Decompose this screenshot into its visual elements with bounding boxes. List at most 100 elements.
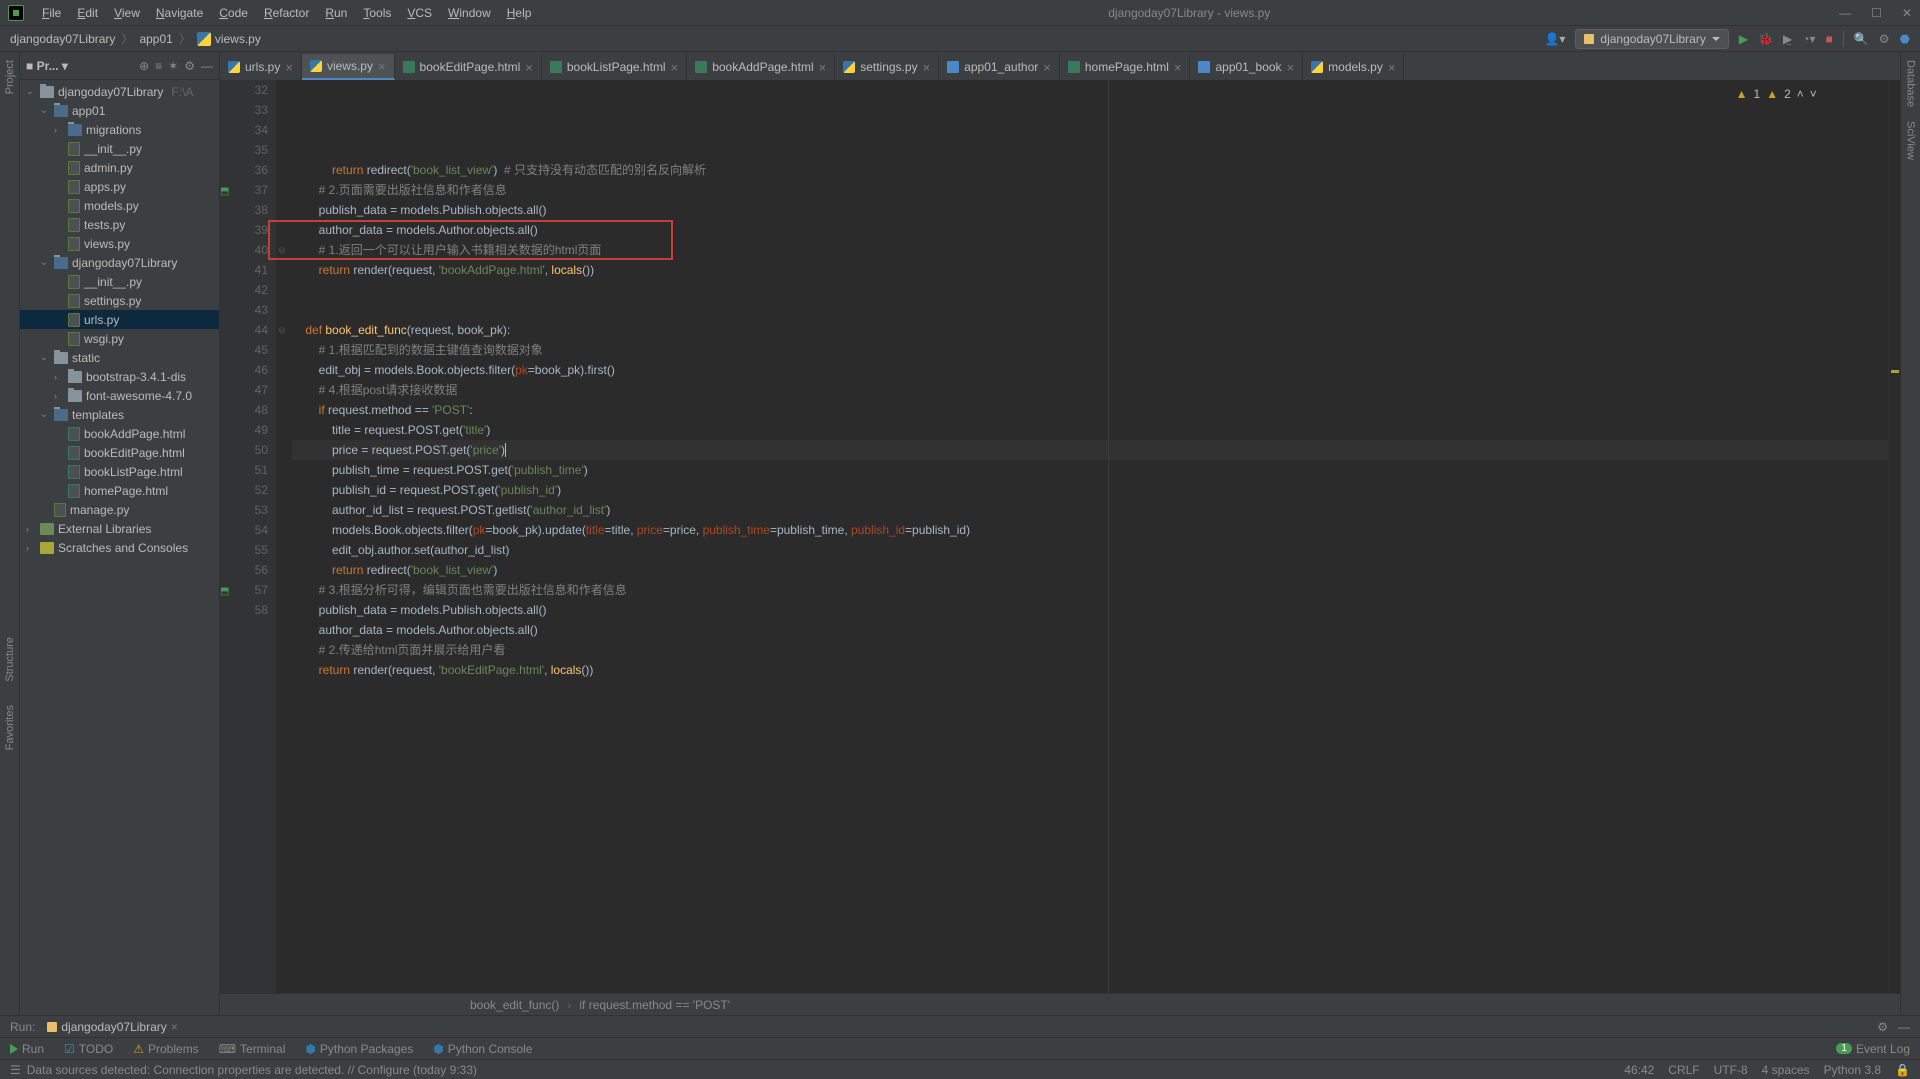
tool-tab-run[interactable]: Run xyxy=(10,1042,44,1056)
tree-item[interactable]: ⌄static xyxy=(20,348,219,367)
tab-close-icon[interactable]: × xyxy=(1043,60,1051,75)
gear-icon[interactable]: ⚙ xyxy=(184,59,195,73)
editor-tab[interactable]: homePage.html× xyxy=(1060,54,1191,80)
settings-icon[interactable]: ⚙ xyxy=(1879,32,1890,46)
tree-item[interactable]: homePage.html xyxy=(20,481,219,500)
avatar-icon[interactable]: ⬣ xyxy=(1900,32,1910,46)
tree-item[interactable]: ›migrations xyxy=(20,120,219,139)
tree-item[interactable]: ›External Libraries xyxy=(20,519,219,538)
editor-tab[interactable]: settings.py× xyxy=(835,54,939,80)
profile-icon[interactable]: ◔▾ xyxy=(1802,32,1815,46)
chevron-down-icon[interactable]: ˅ xyxy=(1810,84,1817,104)
menu-edit[interactable]: Edit xyxy=(69,3,106,23)
interpreter-info[interactable]: Python 3.8 xyxy=(1824,1063,1881,1077)
warning-icon[interactable]: ▲ xyxy=(1736,84,1748,104)
tree-item[interactable]: apps.py xyxy=(20,177,219,196)
tree-item[interactable]: admin.py xyxy=(20,158,219,177)
status-icon[interactable]: ☰ xyxy=(10,1063,21,1077)
tree-item[interactable]: bookAddPage.html xyxy=(20,424,219,443)
menu-help[interactable]: Help xyxy=(499,3,540,23)
tab-close-icon[interactable]: × xyxy=(1287,60,1295,75)
menu-window[interactable]: Window xyxy=(440,3,499,23)
locate-icon[interactable]: ⊕ xyxy=(139,59,149,73)
tree-item[interactable]: tests.py xyxy=(20,215,219,234)
tree-item[interactable]: ⌄templates xyxy=(20,405,219,424)
maximize-icon[interactable]: ☐ xyxy=(1871,6,1882,20)
database-tool-button[interactable]: Database xyxy=(1905,56,1917,111)
editor-tab[interactable]: views.py× xyxy=(302,54,395,80)
chevron-up-icon[interactable]: ˄ xyxy=(1797,84,1804,104)
tab-close-icon[interactable]: × xyxy=(1388,60,1396,75)
sciview-tool-button[interactable]: SciView xyxy=(1905,117,1917,164)
menu-file[interactable]: File xyxy=(34,3,69,23)
tree-item[interactable]: ›Scratches and Consoles xyxy=(20,538,219,557)
menu-refactor[interactable]: Refactor xyxy=(256,3,317,23)
menu-run[interactable]: Run xyxy=(317,3,355,23)
tab-close-icon[interactable]: × xyxy=(525,60,533,75)
file-encoding[interactable]: UTF-8 xyxy=(1714,1063,1748,1077)
tree-item[interactable]: bookListPage.html xyxy=(20,462,219,481)
tab-close-icon[interactable]: × xyxy=(285,60,293,75)
status-message[interactable]: Data sources detected: Connection proper… xyxy=(27,1063,477,1077)
editor-tab[interactable]: bookListPage.html× xyxy=(542,54,687,80)
close-icon[interactable]: ✕ xyxy=(1902,6,1912,20)
tool-tab-terminal[interactable]: ⌨Terminal xyxy=(219,1042,286,1056)
tool-tab-python-packages[interactable]: ⬢Python Packages xyxy=(305,1042,413,1056)
tree-item[interactable]: settings.py xyxy=(20,291,219,310)
breadcrumb-item[interactable]: if request.method == 'POST' xyxy=(579,998,730,1012)
editor-tab[interactable]: app01_author× xyxy=(939,54,1060,80)
line-separator[interactable]: CRLF xyxy=(1668,1063,1699,1077)
menu-view[interactable]: View xyxy=(106,3,148,23)
indent-info[interactable]: 4 spaces xyxy=(1762,1063,1810,1077)
event-log-button[interactable]: 1Event Log xyxy=(1836,1042,1910,1056)
tree-item[interactable]: ›font-awesome-4.7.0 xyxy=(20,386,219,405)
user-icon[interactable]: 👤▾ xyxy=(1544,32,1565,46)
structure-tool-button[interactable]: Structure xyxy=(4,633,16,686)
tree-item[interactable]: models.py xyxy=(20,196,219,215)
code-editor[interactable]: return redirect('book_list_view') # 只支持没… xyxy=(288,80,1888,993)
code-area[interactable]: ⬒⬒ 3233343536373839404142434445464748495… xyxy=(220,80,1900,993)
menu-vcs[interactable]: VCS xyxy=(399,3,440,23)
tree-item[interactable]: bookEditPage.html xyxy=(20,443,219,462)
editor-tab[interactable]: models.py× xyxy=(1303,54,1404,80)
collapse-icon[interactable]: ✶ xyxy=(168,59,178,73)
project-tree[interactable]: ⌄djangoday07LibraryF:\A⌄app01›migrations… xyxy=(20,80,219,1015)
editor-tab[interactable]: urls.py× xyxy=(220,54,302,80)
tree-item[interactable]: ⌄app01 xyxy=(20,101,219,120)
menu-navigate[interactable]: Navigate xyxy=(148,3,211,23)
breadcrumb-item[interactable]: views.py xyxy=(197,32,261,46)
tree-item[interactable]: __init__.py xyxy=(20,272,219,291)
tab-close-icon[interactable]: × xyxy=(819,60,827,75)
expand-icon[interactable]: ≡ xyxy=(155,59,162,73)
weak-warning-icon[interactable]: ▲ xyxy=(1766,84,1778,104)
debug-icon[interactable]: 🐞 xyxy=(1758,32,1773,46)
breadcrumb-item[interactable]: book_edit_func() xyxy=(470,998,559,1012)
caret-position[interactable]: 46:42 xyxy=(1624,1063,1654,1077)
tree-item[interactable]: manage.py xyxy=(20,500,219,519)
tool-tab-python-console[interactable]: ⬢Python Console xyxy=(433,1042,532,1056)
tree-item[interactable]: __init__.py xyxy=(20,139,219,158)
lock-icon[interactable]: 🔒 xyxy=(1895,1063,1910,1077)
menu-tools[interactable]: Tools xyxy=(355,3,399,23)
tree-item[interactable]: ›bootstrap-3.4.1-dis xyxy=(20,367,219,386)
hide-icon[interactable]: — xyxy=(1898,1020,1910,1034)
search-icon[interactable]: 🔍 xyxy=(1854,32,1869,46)
run-icon[interactable]: ▶ xyxy=(1739,32,1748,46)
menu-code[interactable]: Code xyxy=(211,3,256,23)
coverage-icon[interactable]: ▶̤ xyxy=(1783,32,1792,46)
stop-icon[interactable]: ■ xyxy=(1826,32,1833,46)
tool-tab-problems[interactable]: ⚠Problems xyxy=(133,1042,198,1056)
editor-tab[interactable]: bookAddPage.html× xyxy=(687,54,835,80)
favorites-tool-button[interactable]: Favorites xyxy=(4,701,16,754)
breadcrumb-item[interactable]: djangoday07Library xyxy=(10,32,115,46)
minimize-icon[interactable]: — xyxy=(1839,6,1851,20)
tree-item[interactable]: views.py xyxy=(20,234,219,253)
editor-tab[interactable]: app01_book× xyxy=(1190,54,1303,80)
tab-close-icon[interactable]: × xyxy=(671,60,679,75)
run-config-dropdown[interactable]: djangoday07Library xyxy=(1575,29,1728,49)
gear-icon[interactable]: ⚙ xyxy=(1877,1020,1888,1034)
tab-close-icon[interactable]: × xyxy=(378,59,386,74)
tree-item[interactable]: wsgi.py xyxy=(20,329,219,348)
tab-close-icon[interactable]: × xyxy=(1174,60,1182,75)
tree-item[interactable]: urls.py xyxy=(20,310,219,329)
